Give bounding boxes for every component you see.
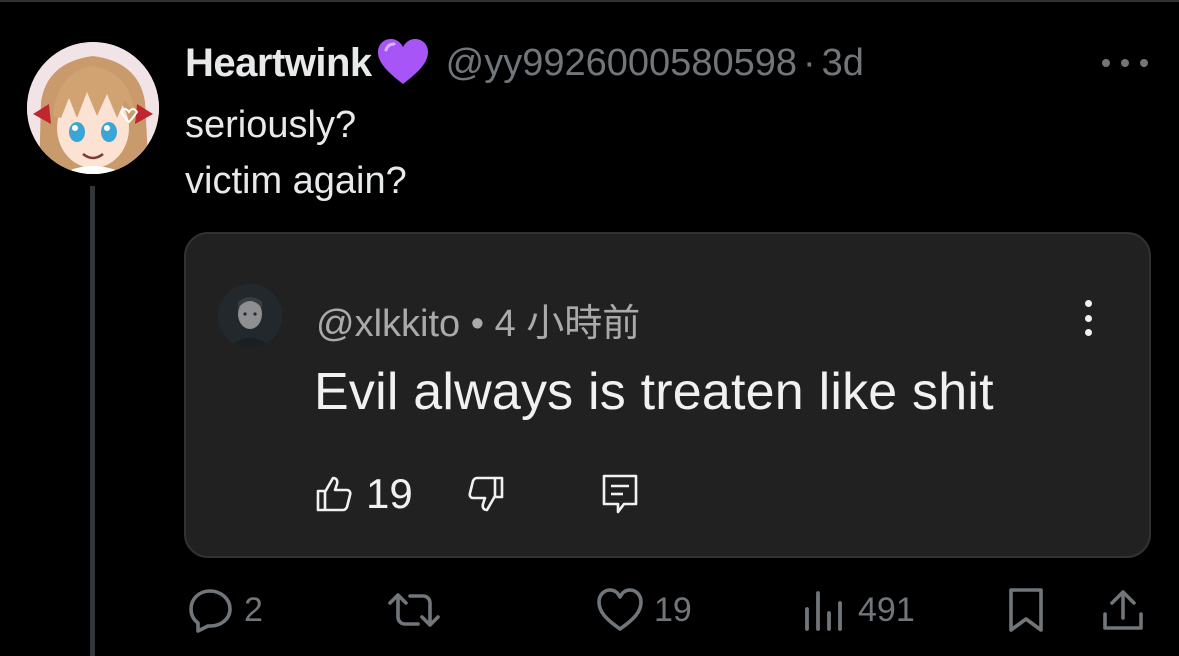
author-avatar[interactable] bbox=[27, 42, 159, 174]
thumbs-up-icon bbox=[316, 476, 352, 512]
top-divider bbox=[0, 0, 1179, 2]
like-button[interactable]: 19 bbox=[596, 584, 692, 636]
tweet-text-line: victim again? bbox=[185, 160, 407, 202]
comment-kebab-icon bbox=[1084, 300, 1092, 336]
more-dot-icon bbox=[1102, 59, 1110, 67]
purple-heart-icon bbox=[376, 38, 430, 88]
comment-actions: 19 bbox=[314, 468, 654, 520]
reply-count: 2 bbox=[244, 590, 263, 629]
comment-time: 4 小時前 bbox=[494, 303, 641, 345]
commenter-avatar bbox=[218, 284, 282, 348]
repost-button[interactable] bbox=[386, 584, 452, 636]
thumbs-down-icon bbox=[468, 476, 504, 512]
timestamp[interactable]: 3d bbox=[822, 42, 864, 85]
tweet-text-line: seriously? bbox=[185, 104, 357, 146]
comment-meta-separator: • bbox=[470, 303, 485, 345]
display-name[interactable]: Heartwink bbox=[185, 41, 372, 86]
views-count: 491 bbox=[858, 590, 915, 629]
share-button[interactable] bbox=[1100, 584, 1146, 636]
header-separator: · bbox=[803, 41, 816, 84]
heart-icon bbox=[597, 588, 643, 631]
reply-button[interactable]: 2 bbox=[188, 584, 263, 636]
comment-meta: @xlkkito • 4 小時前 bbox=[316, 292, 640, 347]
more-options-button[interactable] bbox=[1102, 48, 1148, 78]
more-dot-icon bbox=[1121, 59, 1129, 67]
repost-icon bbox=[388, 593, 440, 627]
commenter-handle: @xlkkito bbox=[316, 303, 461, 345]
bookmark-icon bbox=[1009, 588, 1043, 632]
tweet-header: Heartwink @yy9926000580598 · 3d bbox=[185, 38, 864, 88]
share-icon bbox=[1103, 590, 1143, 630]
thread-connector-line bbox=[90, 186, 95, 656]
comment-text: Evil always is treaten like shit bbox=[314, 363, 994, 421]
embedded-comment-image[interactable]: @xlkkito • 4 小時前 Evil always is treaten … bbox=[184, 232, 1151, 558]
tweet-text: seriously? victim again? bbox=[185, 97, 407, 209]
more-dot-icon bbox=[1140, 59, 1148, 67]
comment-reply-icon bbox=[602, 474, 638, 514]
author-handle[interactable]: @yy9926000580598 bbox=[446, 42, 797, 85]
like-count: 19 bbox=[654, 590, 692, 629]
avatar-illustration bbox=[27, 42, 159, 174]
comment-like-count: 19 bbox=[366, 470, 413, 517]
bookmark-button[interactable] bbox=[1006, 584, 1046, 636]
views-icon bbox=[805, 591, 842, 631]
reply-icon bbox=[189, 589, 232, 633]
views-button[interactable]: 491 bbox=[802, 584, 915, 636]
